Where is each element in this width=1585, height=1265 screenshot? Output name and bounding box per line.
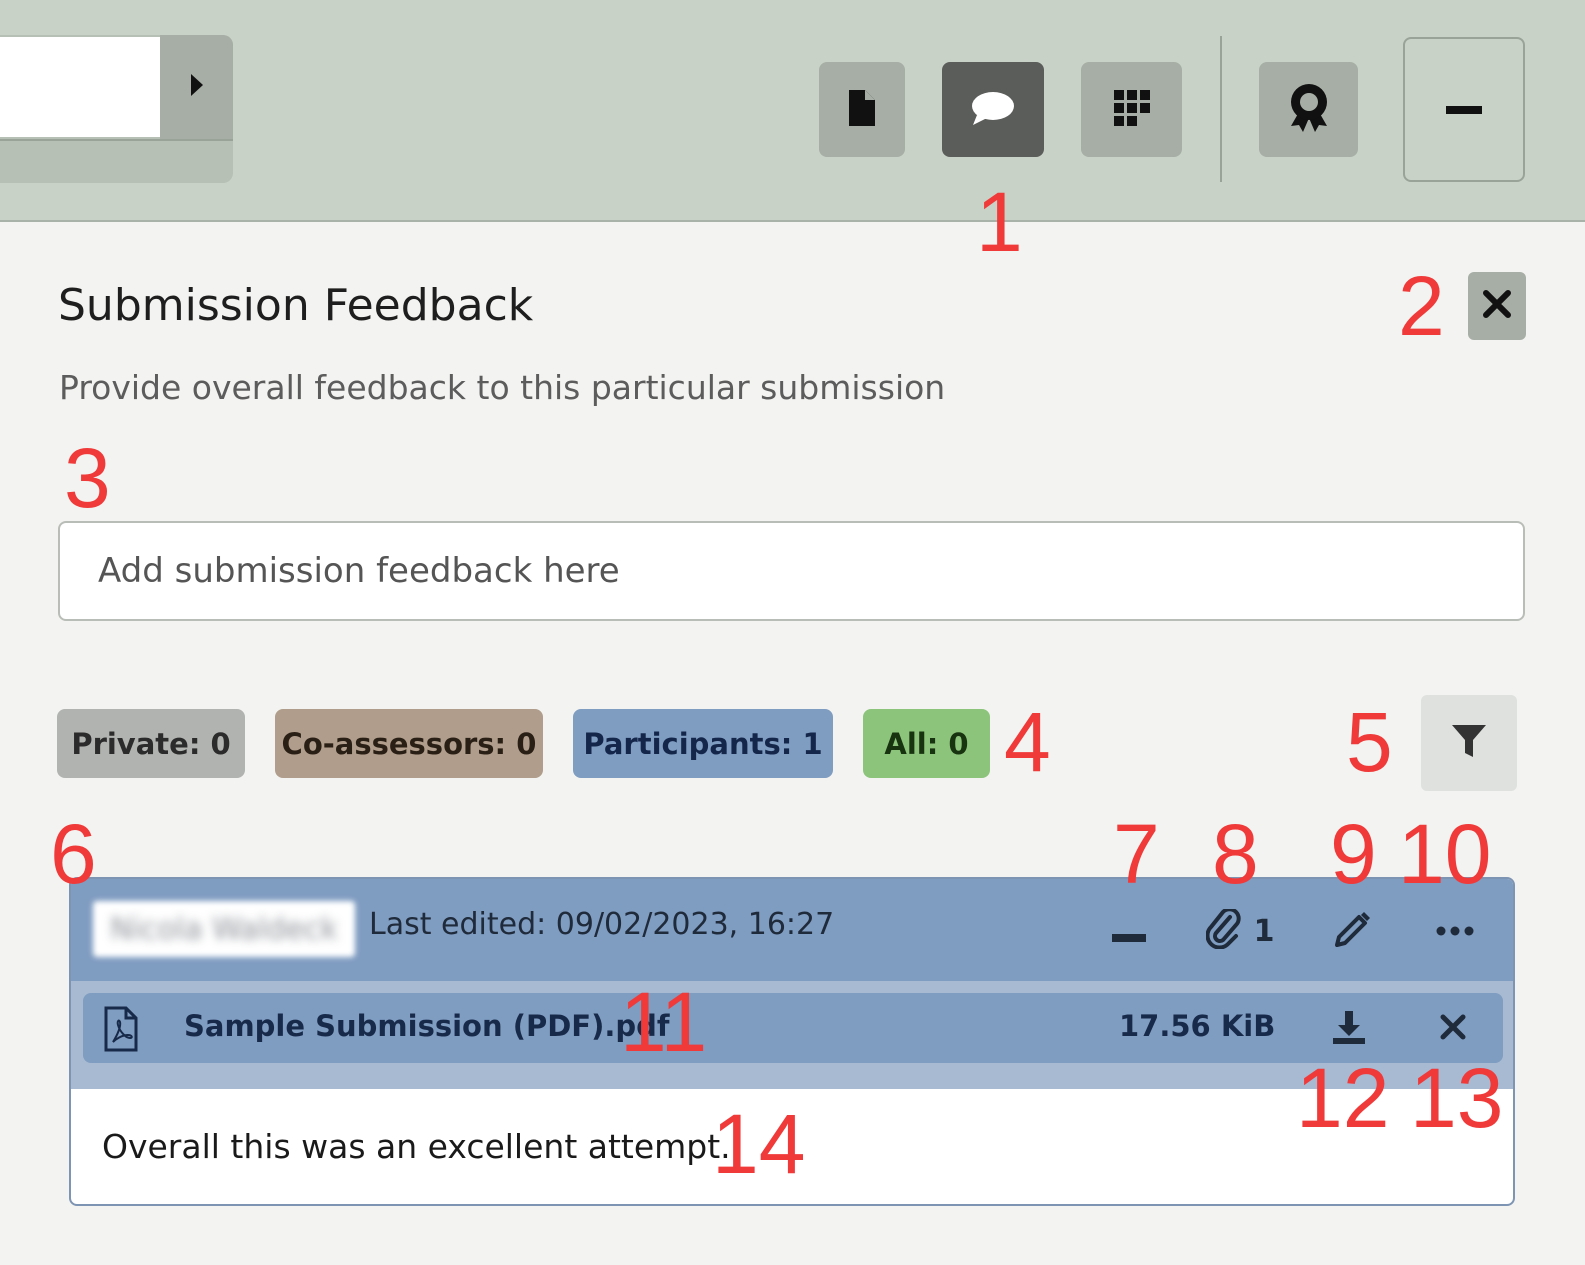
annotation-label: 7 (1113, 807, 1160, 901)
caret-right-icon (188, 72, 206, 102)
annotation-label: 4 (1004, 695, 1051, 789)
pencil-icon (1333, 909, 1373, 953)
award-view-button[interactable] (1259, 62, 1358, 157)
annotation-label: 10 (1398, 807, 1492, 901)
annotation-label: 13 (1410, 1051, 1504, 1145)
filter-chip-participants[interactable]: Participants: 1 (573, 709, 833, 778)
navigation-input[interactable] (0, 37, 160, 137)
navigation-box (0, 35, 233, 183)
grid-view-button[interactable] (1081, 62, 1182, 157)
panel-subtitle: Provide overall feedback to this particu… (59, 368, 946, 407)
award-icon (1287, 82, 1331, 138)
filter-chip-co-assessors[interactable]: Co-assessors: 0 (275, 709, 543, 778)
more-options-button[interactable] (1432, 901, 1478, 961)
annotation-label: 14 (712, 1097, 806, 1191)
toolbar-separator (1220, 36, 1222, 182)
attachment-row[interactable]: Sample Submission (PDF).pdf 17.56 KiB (83, 993, 1503, 1063)
pdf-file-icon (103, 1005, 139, 1053)
minimize-button[interactable] (1403, 37, 1525, 182)
annotation-label: 5 (1346, 695, 1393, 789)
comment-icon (969, 89, 1017, 131)
download-icon (1331, 1009, 1367, 1049)
minus-icon (1446, 100, 1482, 119)
filter-chip-private[interactable]: Private: 0 (57, 709, 245, 778)
filter-chip-all[interactable]: All: 0 (863, 709, 990, 778)
collapse-icon (1112, 915, 1146, 947)
document-view-button[interactable] (819, 62, 905, 157)
annotation-label: 6 (50, 807, 97, 901)
collapse-button[interactable] (1109, 901, 1149, 961)
remove-attachment-button[interactable] (1433, 1005, 1473, 1053)
annotation-label: 11 (620, 975, 708, 1069)
nav-next-button[interactable] (160, 35, 233, 139)
filter-button[interactable] (1421, 695, 1517, 791)
divider (0, 139, 233, 141)
document-icon (847, 88, 877, 132)
attachment-file-name[interactable]: Sample Submission (PDF).pdf (184, 1009, 670, 1043)
attachment-file-size: 17.56 KiB (1119, 1009, 1276, 1043)
top-toolbar (0, 0, 1585, 222)
paperclip-icon (1205, 907, 1242, 953)
author-name: Nicola Waldeck (93, 901, 355, 957)
attachment-count: 1 (1253, 913, 1275, 949)
close-panel-button[interactable] (1468, 272, 1526, 340)
more-icon (1436, 922, 1474, 941)
grid-icon (1112, 88, 1152, 132)
annotation-label: 12 (1296, 1051, 1390, 1145)
annotation-label: 2 (1398, 259, 1445, 353)
last-edited-timestamp: Last edited: 09/02/2023, 16:27 (369, 907, 835, 942)
feedback-view-button[interactable] (942, 62, 1044, 157)
filter-icon (1450, 723, 1488, 763)
close-icon (1440, 1014, 1466, 1044)
submission-feedback-input[interactable] (58, 521, 1525, 621)
comment-header: Nicola Waldeck Last edited: 09/02/2023, … (71, 879, 1513, 981)
edit-comment-button[interactable] (1330, 901, 1376, 961)
annotation-label: 3 (64, 431, 111, 525)
author-name-text: Nicola Waldeck (110, 911, 338, 947)
comment-body: Overall this was an excellent attempt. (102, 1127, 731, 1166)
download-attachment-button[interactable] (1329, 1005, 1369, 1053)
annotation-label: 1 (976, 175, 1023, 269)
annotation-label: 8 (1212, 807, 1259, 901)
annotation-label: 9 (1330, 807, 1377, 901)
close-icon (1482, 289, 1512, 323)
panel-title: Submission Feedback (58, 280, 534, 331)
attachments-button[interactable]: 1 (1195, 901, 1285, 961)
